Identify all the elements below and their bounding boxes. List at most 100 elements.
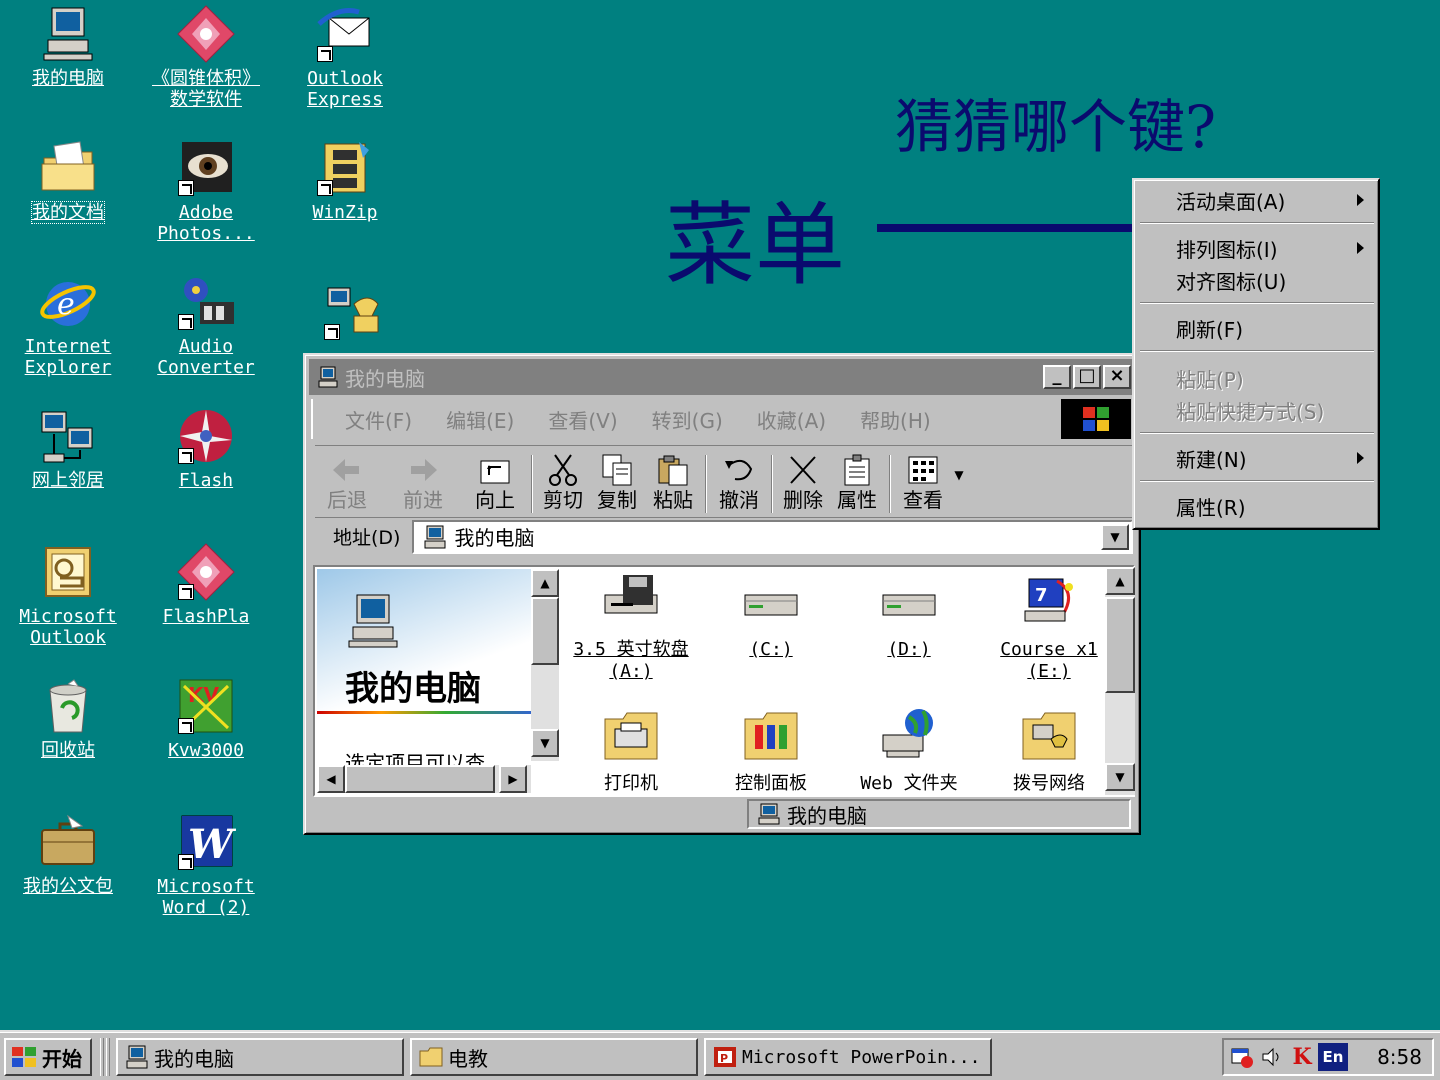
address-field[interactable]: 我的电脑 ▼ xyxy=(412,519,1133,554)
info-pane-horizontal-scrollbar[interactable]: ◀ ▶ xyxy=(317,765,531,793)
file-item-dialup[interactable]: 拨号网络 xyxy=(979,705,1119,795)
up-button[interactable]: 向上 xyxy=(463,449,527,513)
minimize-icon: _ xyxy=(1052,365,1062,386)
arrow-left-icon: ◀ xyxy=(326,772,336,786)
explorer-window: 我的电脑 _ □ × 文件(F) 编辑(E) 查看(V) 转到(G) 收藏(A)… xyxy=(303,353,1141,835)
properties-button[interactable]: 属性 xyxy=(829,449,885,513)
file-item-floppy[interactable]: 3.5 英寸软盘 (A:) xyxy=(561,571,701,683)
clock[interactable]: 8:58 xyxy=(1377,1045,1422,1069)
menu-item-paste[interactable]: 粘贴(P) xyxy=(1138,362,1376,394)
desktop-icon-flash[interactable]: Flash xyxy=(141,406,271,491)
address-dropdown-button[interactable]: ▼ xyxy=(1101,523,1129,550)
desktop-icon-cone-software[interactable]: 《圆锥体积》 数学软件 xyxy=(141,4,271,110)
desktop-icon-microsoft-word[interactable]: W Microsoft Word (2) xyxy=(141,812,271,918)
menu-item-paste-shortcut[interactable]: 粘贴快捷方式(S) xyxy=(1138,394,1376,426)
desktop-icon-briefcase[interactable]: 我的公文包 xyxy=(3,812,133,897)
desktop-icon-outlook-express[interactable]: Outlook Express xyxy=(280,4,410,110)
desktop-icon-network-neighborhood[interactable]: 网上邻居 xyxy=(3,406,133,491)
desktop-icon-label: 我的电脑 xyxy=(32,68,104,89)
scroll-down-button[interactable]: ▼ xyxy=(1105,763,1135,791)
file-item-drive-c[interactable]: (C:) xyxy=(701,571,841,661)
desktop-icon-label: 网上邻居 xyxy=(32,470,104,491)
file-list-vertical-scrollbar[interactable]: ▲ ▼ xyxy=(1105,567,1135,795)
kingsoft-k-icon[interactable]: K xyxy=(1288,1043,1316,1071)
menu-item-new[interactable]: 新建(N) xyxy=(1138,442,1376,474)
desktop-icon-winzip[interactable]: WinZip xyxy=(280,138,410,223)
start-button[interactable]: 开始 xyxy=(4,1038,92,1076)
close-button[interactable]: × xyxy=(1103,365,1131,389)
scroll-right-button[interactable]: ▶ xyxy=(499,765,527,793)
menu-item-properties[interactable]: 属性(R) xyxy=(1138,490,1376,522)
desktop-icon-my-documents[interactable]: 我的文档 xyxy=(3,138,133,224)
views-dropdown-arrow-icon[interactable]: ▼ xyxy=(951,455,967,495)
arrow-down-icon: ▼ xyxy=(540,736,550,750)
my-computer-icon xyxy=(758,803,780,825)
desktop-icon-audio-converter[interactable]: Audio Converter xyxy=(141,272,271,378)
back-button[interactable]: 后退 xyxy=(315,449,379,513)
menu-view[interactable]: 查看(V) xyxy=(548,405,617,434)
arrow-down-icon: ▼ xyxy=(1115,770,1125,784)
undo-button[interactable]: 撤消 xyxy=(711,449,767,513)
window-controls: _ □ × xyxy=(1043,365,1131,389)
desktop-icon-internet-explorer[interactable]: e Internet Explorer xyxy=(3,272,133,378)
volume-speaker-icon[interactable] xyxy=(1258,1043,1286,1071)
desktop-icon-microsoft-outlook[interactable]: Microsoft Outlook xyxy=(3,542,133,648)
task-powerpoint[interactable]: P Microsoft PowerPoin... xyxy=(704,1038,992,1076)
window-titlebar[interactable]: 我的电脑 _ □ × xyxy=(309,359,1135,395)
network-neighborhood-icon xyxy=(38,406,98,466)
window-title: 我的电脑 xyxy=(345,366,425,391)
delete-button[interactable]: 删除 xyxy=(777,449,829,513)
scroll-thumb[interactable] xyxy=(1105,597,1135,693)
menu-help[interactable]: 帮助(H) xyxy=(860,405,931,434)
file-item-printers[interactable]: 打印机 xyxy=(561,705,701,795)
menu-item-arrange-icons[interactable]: 排列图标(I) xyxy=(1138,232,1376,264)
desktop-icon-kv3000[interactable]: KV Kvw3000 xyxy=(141,676,271,761)
copy-button[interactable]: 复制 xyxy=(589,449,645,513)
shortcut-arrow-icon xyxy=(178,584,194,600)
menu-item-active-desktop[interactable]: 活动桌面(A) xyxy=(1138,184,1376,216)
file-item-cd-drive[interactable]: 7 Course x1 (E:) xyxy=(979,571,1119,683)
desktop-icon-flash-player[interactable]: FlashPla xyxy=(141,542,271,627)
desktop-icon-adobe-photoshop[interactable]: Adobe Photos... xyxy=(141,138,271,244)
menu-edit[interactable]: 编辑(E) xyxy=(446,405,514,434)
desktop-icon-my-computer[interactable]: 我的电脑 xyxy=(3,4,133,89)
desktop-icon-recycle-bin[interactable]: 回收站 xyxy=(3,676,133,761)
cut-button[interactable]: 剪切 xyxy=(537,449,589,513)
file-item-drive-d[interactable]: (D:) xyxy=(839,571,979,661)
taskbar-handle[interactable] xyxy=(106,1038,110,1076)
task-folder[interactable]: 电教 xyxy=(410,1038,698,1076)
menu-favorites[interactable]: 收藏(A) xyxy=(757,405,826,434)
internet-explorer-icon: e xyxy=(38,272,98,332)
file-item-label: 拨号网络 xyxy=(1013,773,1085,794)
scroll-up-button[interactable]: ▲ xyxy=(531,569,559,597)
menu-item-line-up-icons[interactable]: 对齐图标(U) xyxy=(1138,264,1376,296)
info-pane-vertical-scrollbar[interactable]: ▲ ▼ xyxy=(531,569,559,761)
status-bar: 我的电脑 xyxy=(311,799,1135,829)
menu-go[interactable]: 转到(G) xyxy=(652,405,723,434)
scroll-down-button[interactable]: ▼ xyxy=(531,729,559,757)
paste-button[interactable]: 粘贴 xyxy=(645,449,701,513)
file-item-control-panel[interactable]: 控制面板 xyxy=(701,705,841,795)
webview-info-pane: 我的电脑 选定项目可以查 xyxy=(317,569,531,765)
scheduler-icon[interactable] xyxy=(1228,1043,1256,1071)
file-item-web-folders[interactable]: Web 文件夹 xyxy=(839,705,979,795)
views-button[interactable]: 查看 xyxy=(895,449,951,513)
task-my-computer[interactable]: 我的电脑 xyxy=(116,1038,404,1076)
desktop-icon-label: 我的文档 xyxy=(31,201,105,224)
web-folders-icon xyxy=(882,709,933,758)
minimize-button[interactable]: _ xyxy=(1043,365,1071,389)
menu-item-refresh[interactable]: 刷新(F) xyxy=(1138,312,1376,344)
scroll-thumb[interactable] xyxy=(345,765,495,793)
scroll-up-button[interactable]: ▲ xyxy=(1105,567,1135,595)
file-item-label: 控制面板 xyxy=(735,773,807,794)
forward-button[interactable]: 前进 xyxy=(391,449,455,513)
scroll-left-button[interactable]: ◀ xyxy=(317,765,345,793)
scroll-thumb[interactable] xyxy=(531,597,559,665)
desktop-icon-label: Kvw3000 xyxy=(168,740,244,761)
desktop-icon-label: WinZip xyxy=(312,202,378,223)
taskbar-handle[interactable] xyxy=(100,1038,104,1076)
menu-file[interactable]: 文件(F) xyxy=(345,405,412,434)
maximize-button[interactable]: □ xyxy=(1073,365,1101,389)
status-text: 我的电脑 xyxy=(787,803,867,828)
input-method-indicator[interactable]: En xyxy=(1318,1043,1348,1071)
